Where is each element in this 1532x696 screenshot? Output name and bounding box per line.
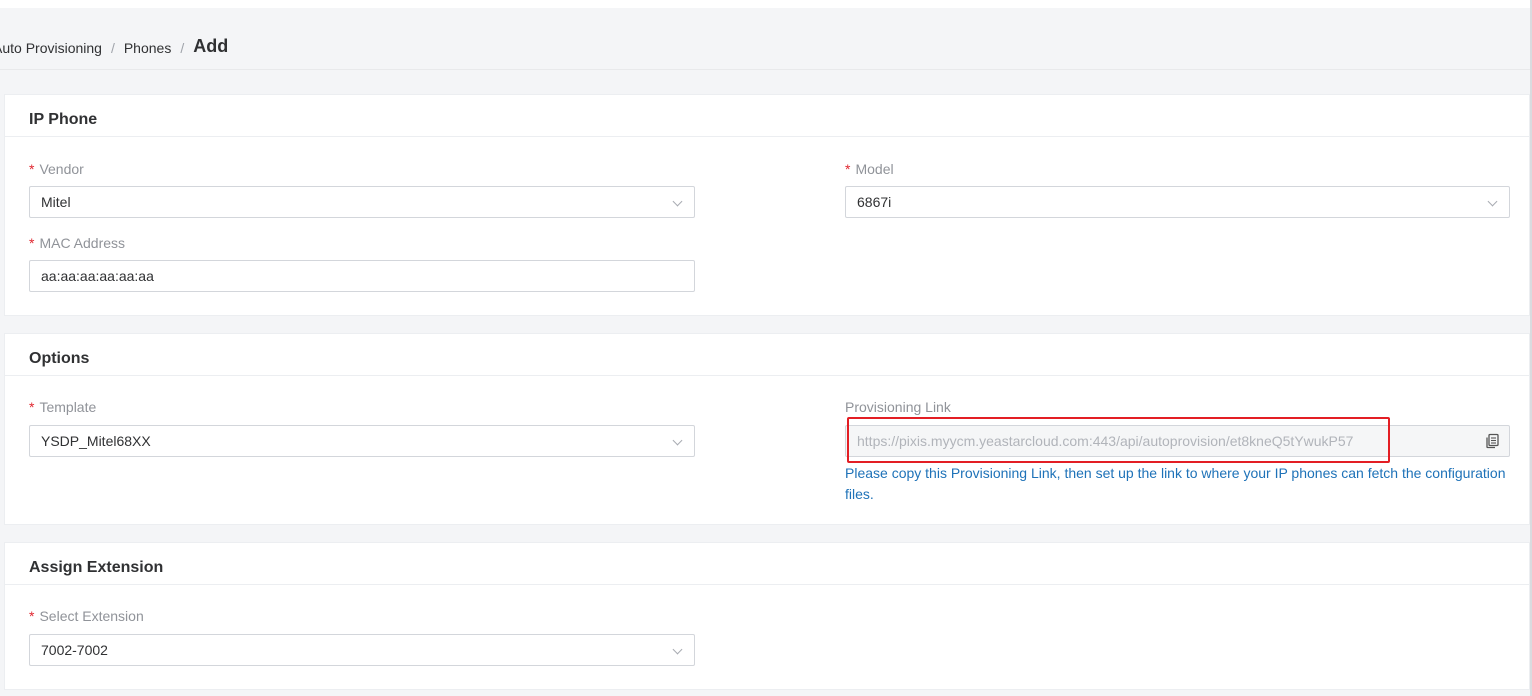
required-marker: *: [845, 161, 851, 177]
mac-address-input[interactable]: aa:aa:aa:aa:aa:aa: [29, 260, 695, 292]
chevron-down-icon: [1487, 196, 1498, 207]
vendor-value: Mitel: [41, 194, 71, 210]
card-divider: [5, 375, 1529, 376]
select-extension-label-text: Select Extension: [39, 608, 144, 624]
provisioning-link-label: Provisioning Link: [845, 399, 951, 415]
ip-phone-card: IP Phone * Vendor Mitel * Model 6867i * MAC…: [4, 94, 1530, 316]
template-label-text: Template: [39, 399, 97, 415]
required-marker: *: [29, 399, 35, 415]
required-marker: *: [29, 608, 35, 624]
breadcrumb-item-auto-provisioning[interactable]: Auto Provisioning: [0, 40, 102, 56]
card-divider: [5, 136, 1529, 137]
copy-icon[interactable]: [1484, 433, 1500, 449]
provisioning-link-field[interactable]: https://pixis.myycm.yeastarcloud.com:443…: [845, 425, 1510, 457]
template-select[interactable]: YSDP_Mitel68XX: [29, 425, 695, 457]
model-value: 6867i: [857, 194, 892, 210]
chevron-down-icon: [672, 196, 683, 207]
required-marker: *: [29, 235, 35, 251]
mac-label-text: MAC Address: [39, 235, 126, 251]
vendor-select[interactable]: Mitel: [29, 186, 695, 218]
model-label-text: Model: [855, 161, 894, 177]
vendor-label: * Vendor: [29, 161, 84, 177]
breadcrumb: Auto Provisioning / Phones / Add: [0, 36, 229, 58]
card-divider: [5, 584, 1529, 585]
required-marker: *: [29, 161, 35, 177]
ip-phone-title: IP Phone: [29, 111, 98, 128]
vendor-label-text: Vendor: [39, 161, 84, 177]
assign-extension-title: Assign Extension: [29, 559, 164, 576]
extension-select[interactable]: 7002-7002: [29, 634, 695, 666]
model-select[interactable]: 6867i: [845, 186, 1510, 218]
provisioning-link-value: https://pixis.myycm.yeastarcloud.com:443…: [857, 433, 1354, 449]
chevron-down-icon: [672, 435, 683, 446]
breadcrumb-separator: /: [180, 39, 185, 56]
chevron-down-icon: [672, 644, 683, 655]
options-card: Options * Template YSDP_Mitel68XX Provisi…: [4, 333, 1530, 525]
template-label: * Template: [29, 399, 96, 415]
assign-extension-card: Assign Extension * Select Extension 7002-…: [4, 542, 1530, 690]
select-extension-label: * Select Extension: [29, 608, 144, 624]
mac-label: * MAC Address: [29, 235, 125, 251]
provisioning-link-help: Please copy this Provisioning Link, then…: [845, 465, 1506, 502]
mac-address-value: aa:aa:aa:aa:aa:aa: [41, 268, 154, 284]
page-header: Auto Provisioning / Phones / Add: [0, 8, 1532, 70]
breadcrumb-separator: /: [110, 39, 115, 56]
extension-value: 7002-7002: [41, 642, 108, 658]
page-title: Add: [193, 36, 229, 56]
options-title: Options: [29, 350, 90, 367]
top-strip: [0, 0, 1532, 8]
model-label: * Model: [845, 161, 894, 177]
breadcrumb-item-phones[interactable]: Phones: [124, 40, 171, 56]
template-value: YSDP_Mitel68XX: [41, 433, 151, 449]
